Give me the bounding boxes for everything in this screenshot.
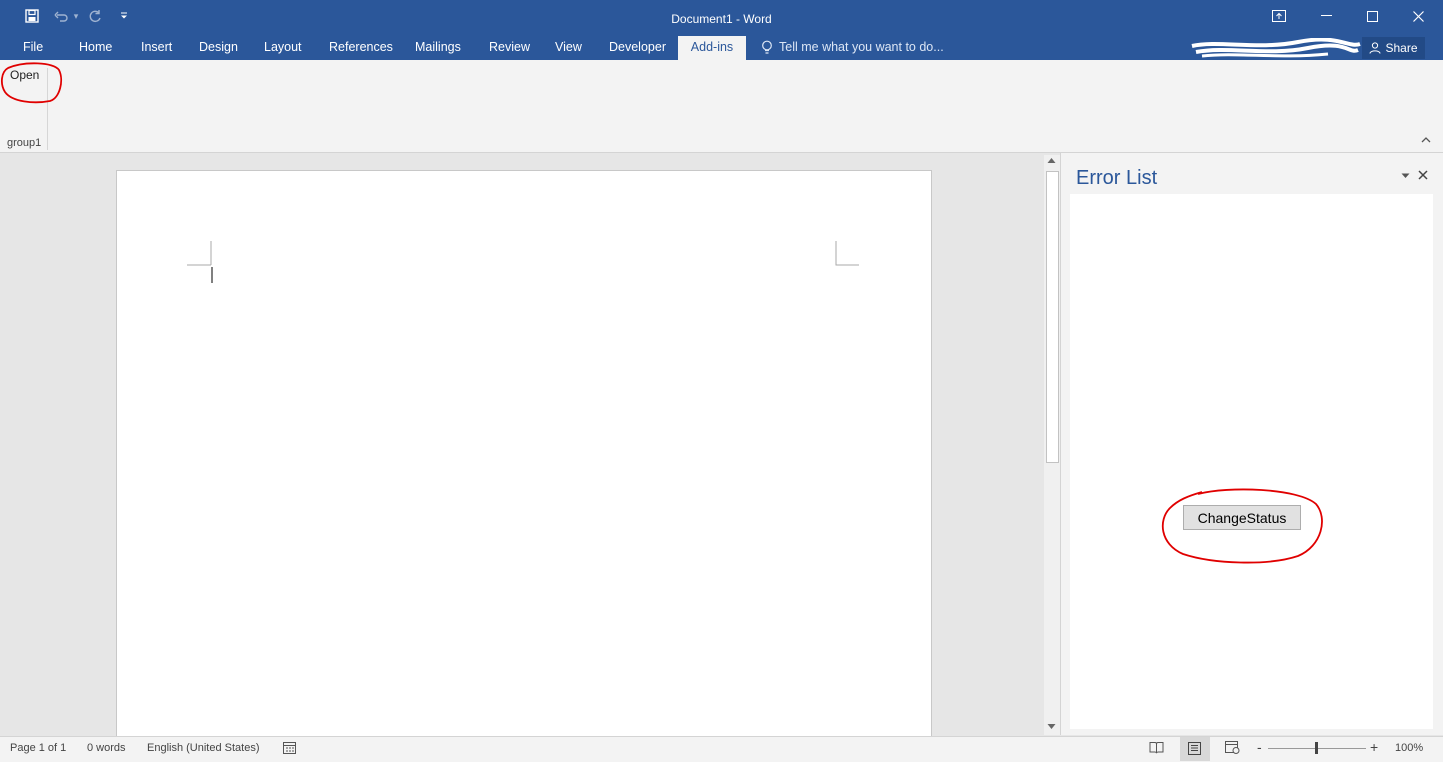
scroll-thumb[interactable] xyxy=(1046,171,1059,463)
macro-recording-icon[interactable] xyxy=(283,742,296,754)
tab-review[interactable]: Review xyxy=(489,40,530,60)
share-button[interactable]: Share xyxy=(1362,37,1425,59)
top-right-crop-mark xyxy=(835,241,859,266)
maximize-icon[interactable] xyxy=(1360,6,1384,26)
tab-insert[interactable]: Insert xyxy=(141,40,172,60)
minimize-icon[interactable] xyxy=(1314,6,1338,26)
tell-me-search[interactable]: Tell me what you want to do... xyxy=(779,40,944,56)
task-pane-content xyxy=(1070,194,1433,729)
language-status[interactable]: English (United States) xyxy=(147,742,260,754)
web-layout-icon[interactable] xyxy=(1225,741,1240,754)
page-count[interactable]: Page 1 of 1 xyxy=(10,742,66,754)
lightbulb-icon xyxy=(761,40,775,56)
tab-layout[interactable]: Layout xyxy=(264,40,302,60)
task-pane-options-icon[interactable] xyxy=(1401,173,1410,179)
tab-references[interactable]: References xyxy=(329,40,393,60)
document-page[interactable] xyxy=(116,170,932,737)
zoom-slider-thumb[interactable] xyxy=(1315,742,1318,754)
read-mode-icon[interactable] xyxy=(1149,741,1164,754)
print-layout-icon[interactable] xyxy=(1180,737,1210,761)
zoom-in-button[interactable]: + xyxy=(1370,739,1378,755)
collapse-ribbon-icon[interactable] xyxy=(1421,136,1433,148)
close-icon[interactable] xyxy=(1406,6,1430,26)
status-bar: Page 1 of 1 0 words English (United Stat… xyxy=(0,736,1443,762)
document-title: Document1 - Word xyxy=(671,12,772,26)
tab-mailings[interactable]: Mailings xyxy=(415,40,461,60)
redacted-account-scribble xyxy=(1191,38,1361,58)
top-left-crop-mark xyxy=(187,241,213,283)
vertical-scrollbar[interactable] xyxy=(1044,155,1060,735)
ribbon-panel: Open group1 xyxy=(0,60,1443,153)
ribbon-display-icon[interactable] xyxy=(1268,6,1290,26)
tab-add-ins[interactable]: Add-ins xyxy=(678,36,746,60)
zoom-level[interactable]: 100% xyxy=(1395,742,1423,754)
task-pane-title: Error List xyxy=(1076,167,1158,189)
tab-design[interactable]: Design xyxy=(199,40,238,60)
person-icon xyxy=(1369,42,1381,54)
share-label: Share xyxy=(1385,41,1418,55)
tab-file[interactable]: File xyxy=(23,40,43,60)
title-bar: ▾ Document1 - Word File Home Insert Desi… xyxy=(0,0,1443,60)
tab-home[interactable]: Home xyxy=(79,40,112,60)
word-count[interactable]: 0 words xyxy=(87,742,126,754)
tab-view[interactable]: View xyxy=(555,40,582,60)
scroll-up-icon[interactable] xyxy=(1047,157,1056,164)
scroll-down-icon[interactable] xyxy=(1047,723,1056,730)
zoom-out-button[interactable]: - xyxy=(1257,739,1262,755)
open-annotation-circle xyxy=(1,62,63,104)
group-label: group1 xyxy=(7,137,42,149)
task-pane-close-icon[interactable] xyxy=(1418,170,1428,180)
tab-developer[interactable]: Developer xyxy=(609,40,666,60)
change-status-annotation-circle xyxy=(1162,488,1323,564)
